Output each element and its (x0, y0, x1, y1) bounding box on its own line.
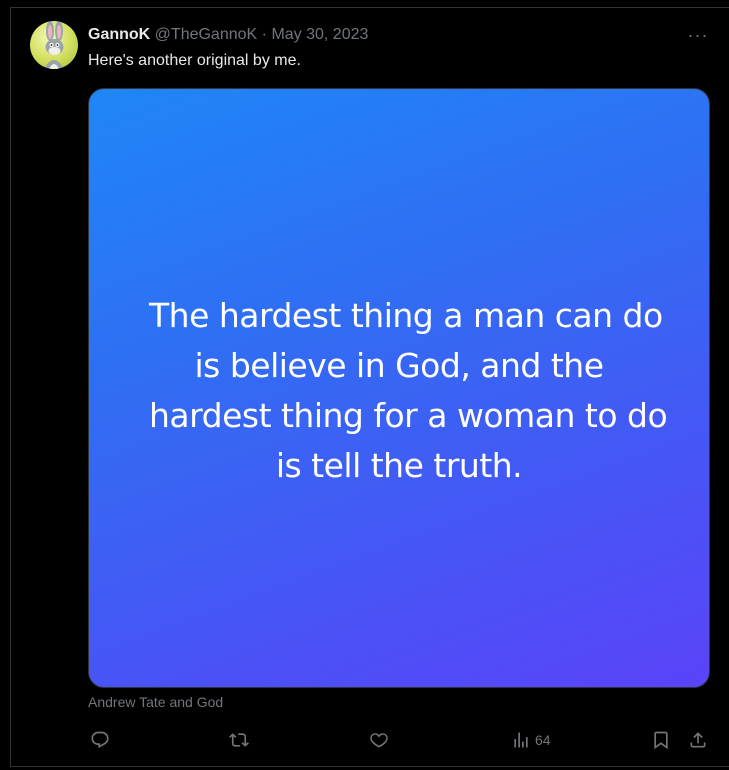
views-chart-icon (514, 732, 528, 748)
views-count: 64 (535, 732, 551, 748)
tweet-actions: 64 (88, 728, 710, 752)
media-caption: Andrew Tate and God (88, 694, 224, 710)
media-quote: The hardest thing a man can do is believ… (89, 291, 709, 491)
author-name[interactable]: GannoK (88, 26, 150, 43)
quote-line: is tell the truth. (275, 446, 523, 485)
share-icon (690, 732, 706, 748)
quote-line: hardest thing for a woman to do (149, 396, 668, 435)
like-button[interactable] (369, 728, 389, 752)
more-options-icon[interactable]: ··· (686, 25, 710, 45)
tweet-text: Here's another original by me. (88, 52, 301, 69)
tweet-date[interactable]: May 30, 2023 (271, 26, 368, 43)
heart-icon (370, 733, 388, 748)
author-handle[interactable]: @TheGannoK (155, 26, 258, 43)
retweet-icon (229, 733, 249, 747)
tweet-header: GannoK @TheGannoK · May 30, 2023 (88, 25, 368, 45)
avatar[interactable] (30, 21, 78, 69)
views-button[interactable]: 64 (511, 728, 551, 752)
bookmark-button[interactable] (651, 728, 671, 752)
tweet-media-image[interactable]: The hardest thing a man can do is believ… (88, 88, 710, 688)
share-button[interactable] (688, 728, 708, 752)
reply-button[interactable] (90, 728, 110, 752)
quote-line: is believe in God, and the (194, 346, 604, 385)
reply-icon (91, 731, 109, 749)
quote-line: The hardest thing a man can do (149, 296, 663, 335)
retweet-button[interactable] (229, 728, 249, 752)
bookmark-icon (654, 731, 668, 750)
header-separator: · (261, 26, 267, 43)
